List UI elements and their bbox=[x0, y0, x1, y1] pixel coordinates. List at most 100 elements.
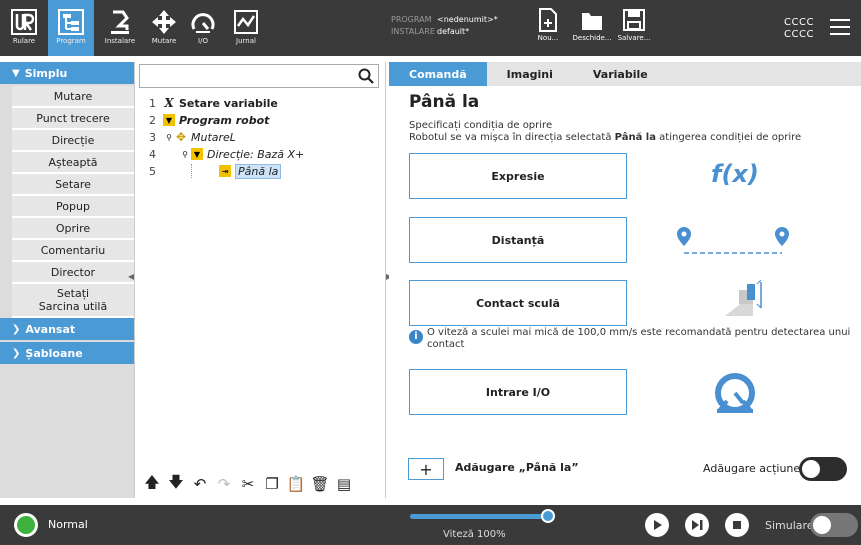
sidebar-item-set[interactable]: Setare bbox=[12, 174, 134, 196]
tab-command[interactable]: Comandă bbox=[389, 62, 487, 86]
category-templates[interactable]: ❯ Șabloane bbox=[0, 342, 134, 364]
sidebar-item-popup[interactable]: Popup bbox=[12, 196, 134, 218]
paste-icon[interactable]: 📋 bbox=[287, 475, 306, 493]
toggle-knob bbox=[801, 459, 821, 479]
move-tab-button[interactable]: Mutare bbox=[146, 0, 182, 56]
speed-slider-handle[interactable] bbox=[541, 509, 555, 523]
open-folder-icon bbox=[582, 13, 602, 30]
open-file-button[interactable]: Deschide... bbox=[570, 8, 614, 50]
pin-icon: ⚲ bbox=[182, 149, 188, 159]
info-icon: i bbox=[409, 330, 423, 344]
add-action-label: Adăugare acțiune bbox=[703, 462, 801, 475]
robot-name-line1: CCCC bbox=[784, 17, 814, 28]
expression-button[interactable]: Expresie bbox=[409, 153, 627, 199]
function-icon: f(x) bbox=[711, 160, 759, 188]
sidebar-item-folder[interactable]: Director bbox=[12, 262, 134, 284]
suppress-icon[interactable]: ▤ bbox=[335, 475, 353, 493]
pin-icon: ⚲ bbox=[166, 132, 172, 142]
description-line1: Specificați condiția de oprire bbox=[409, 120, 553, 131]
tool-contact-button[interactable]: Contact sculă bbox=[409, 280, 627, 326]
io-gauge-icon bbox=[191, 13, 215, 33]
chevron-right-icon: ❯ bbox=[12, 347, 21, 359]
io-input-button[interactable]: Intrare I/O bbox=[409, 369, 627, 415]
add-action-toggle[interactable] bbox=[799, 457, 847, 481]
distance-button[interactable]: Distanță bbox=[409, 217, 627, 263]
program-tree-icon bbox=[58, 9, 84, 35]
cut-icon[interactable]: ✂ bbox=[239, 475, 257, 493]
log-tab-button[interactable]: Jurnal bbox=[226, 0, 266, 56]
sidebar-item-direction[interactable]: Direcție bbox=[12, 130, 134, 152]
move-up-icon[interactable]: 🡅 bbox=[143, 473, 161, 493]
search-icon[interactable] bbox=[358, 68, 374, 84]
add-until-label: Adăugare „Până la” bbox=[455, 461, 579, 474]
command-tabs: Comandă Imagini Variabile bbox=[389, 62, 861, 86]
tree-row-number: 5 bbox=[149, 164, 156, 178]
tree-row[interactable]: 1 X Setare variabile bbox=[149, 95, 278, 111]
program-info: PROGRAM <nedenumit>* INSTALARE default* bbox=[391, 14, 498, 38]
set-payload-line2: Sarcina utilă bbox=[38, 300, 108, 313]
speed-slider-track[interactable] bbox=[410, 514, 548, 519]
category-advanced[interactable]: ❯ Avansat bbox=[0, 318, 134, 340]
stop-button[interactable] bbox=[725, 513, 749, 537]
program-tab-label: Program bbox=[56, 37, 86, 45]
tree-search-input[interactable] bbox=[139, 64, 379, 88]
play-icon bbox=[654, 520, 662, 530]
sidebar-item-halt[interactable]: Oprire bbox=[12, 218, 134, 240]
chevron-right-icon: ❯ bbox=[12, 323, 21, 335]
sidebar-item-set-payload[interactable]: Setați Sarcina utilă bbox=[12, 284, 134, 318]
robot-name-line2: CCCC bbox=[784, 29, 814, 40]
save-file-button[interactable]: Salvare... bbox=[612, 8, 656, 50]
io-tab-button[interactable]: I/O bbox=[186, 0, 220, 56]
new-file-button[interactable]: Nou... bbox=[526, 8, 570, 50]
installation-tab-button[interactable]: Instalare bbox=[98, 0, 142, 56]
redo-icon[interactable]: ↷ bbox=[215, 475, 233, 493]
save-file-label: Salvare... bbox=[617, 34, 651, 42]
save-disk-icon bbox=[623, 9, 645, 31]
sidebar-item-comment[interactable]: Comentariu bbox=[12, 240, 134, 262]
robot-arm-icon bbox=[111, 10, 129, 34]
tab-variables[interactable]: Variabile bbox=[573, 62, 668, 86]
undo-icon[interactable]: ↶ bbox=[191, 475, 209, 493]
sidebar-item-wait[interactable]: Așteaptă bbox=[12, 152, 134, 174]
category-simple-label: Simplu bbox=[24, 66, 68, 80]
page-title: Până la bbox=[409, 92, 480, 112]
sidebar-item-move[interactable]: Mutare bbox=[12, 86, 134, 108]
robot-name-label: CCCC CCCC bbox=[784, 17, 814, 41]
move-tab-label: Mutare bbox=[151, 37, 177, 45]
tree-row[interactable]: 2 ▼ Program robot bbox=[149, 112, 269, 128]
description-line2-b: Până la bbox=[614, 132, 656, 143]
simulation-toggle[interactable] bbox=[810, 513, 858, 537]
delete-icon[interactable]: 🗑 bbox=[310, 475, 329, 493]
tree-row[interactable]: 3 ⚲ ✥ MutareL bbox=[149, 129, 236, 145]
command-sidebar: ▼ Simplu Mutare Punct trecere Direcție A… bbox=[0, 62, 134, 498]
tree-row-selected[interactable]: 5 ⇥ Până la bbox=[149, 163, 282, 179]
sidebar-item-waypoint[interactable]: Punct trecere bbox=[12, 108, 134, 130]
new-file-icon bbox=[539, 8, 557, 32]
collapse-triangle-icon[interactable]: ▼ bbox=[191, 148, 203, 160]
move-down-icon[interactable]: 🡇 bbox=[167, 473, 185, 493]
program-tree-panel: 1 X Setare variabile 2 ▼ Program robot 3… bbox=[134, 62, 386, 498]
installation-tab-label: Instalare bbox=[104, 37, 136, 45]
tree-row-text: Direcție: Bază X+ bbox=[207, 147, 305, 161]
add-until-button[interactable]: + bbox=[408, 458, 444, 480]
program-tab-button[interactable]: Program bbox=[48, 0, 94, 56]
tree-toolbar: 🡅 🡇 ↶ ↷ ✂ ❐ 📋 🗑 ▤ bbox=[139, 472, 383, 496]
collapse-triangle-icon[interactable]: ▼ bbox=[163, 114, 175, 126]
description-line2-a: Robotul se va mișca în direcția selectat… bbox=[409, 132, 615, 143]
run-tab-button[interactable]: Rulare bbox=[4, 0, 44, 56]
run-tab-label: Rulare bbox=[12, 37, 36, 45]
hamburger-menu-icon[interactable] bbox=[830, 19, 850, 35]
tree-row-text: Până la bbox=[235, 163, 282, 179]
tree-row[interactable]: 4 ⚲ ▼ Direcție: Bază X+ bbox=[149, 146, 305, 162]
set-payload-line1: Setați bbox=[56, 287, 90, 300]
tab-graphics[interactable]: Imagini bbox=[487, 62, 573, 86]
tree-row-number: 1 bbox=[149, 96, 156, 110]
tree-row-number: 3 bbox=[149, 130, 156, 144]
step-icon bbox=[692, 520, 703, 530]
step-button[interactable] bbox=[685, 513, 709, 537]
category-simple[interactable]: ▼ Simplu bbox=[0, 62, 134, 84]
play-button[interactable] bbox=[645, 513, 669, 537]
copy-icon[interactable]: ❐ bbox=[263, 475, 281, 493]
toggle-knob bbox=[812, 515, 832, 535]
power-status-icon[interactable] bbox=[14, 513, 38, 537]
